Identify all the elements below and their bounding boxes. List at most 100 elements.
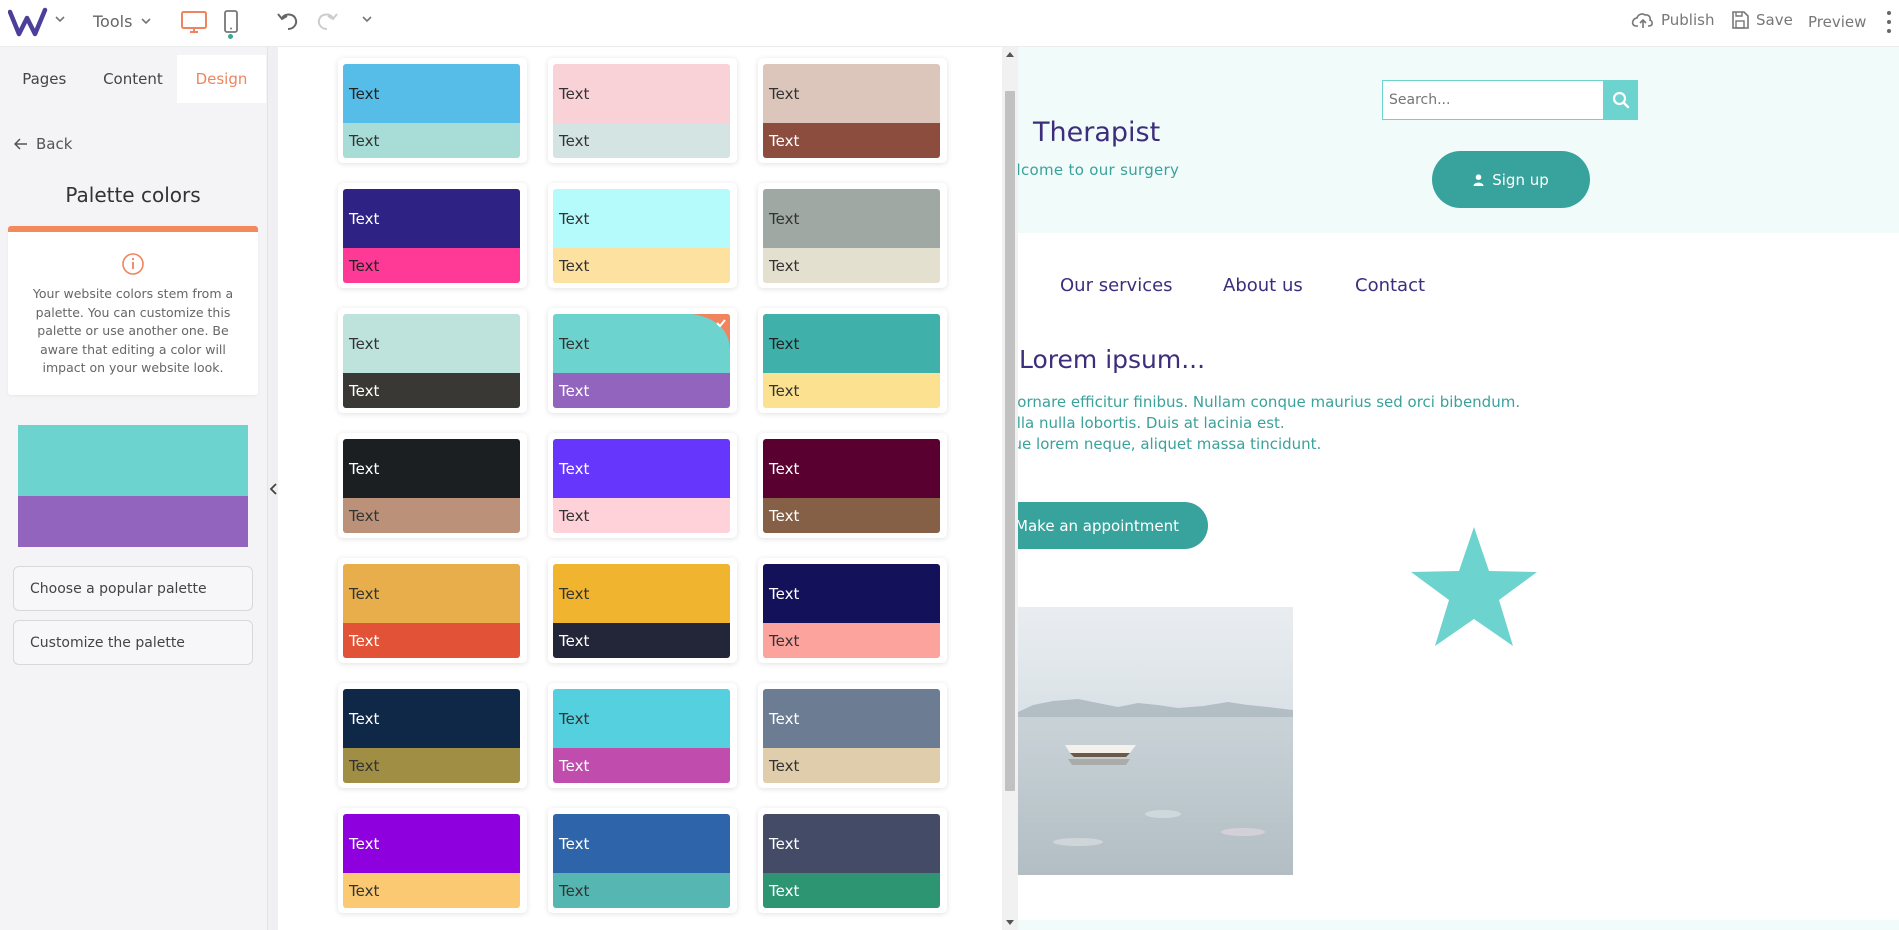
palette-card[interactable]: Text Text (548, 183, 737, 288)
palette-scrollbar[interactable] (1002, 47, 1018, 930)
palette-primary-text: Text (763, 189, 940, 248)
nav-about-us[interactable]: About us (1223, 275, 1303, 296)
palette-card[interactable]: Text Text (548, 433, 737, 538)
search-button[interactable] (1603, 80, 1638, 120)
palette-primary-text: Text (343, 314, 520, 373)
palette-card[interactable]: Text Text (758, 683, 947, 788)
redo-icon[interactable] (314, 8, 340, 34)
save-label: Save (1756, 11, 1793, 29)
kebab-menu-icon[interactable] (1886, 11, 1892, 33)
palette-card[interactable]: Text Text (338, 308, 527, 413)
palette-primary-text: Text (343, 189, 520, 248)
undo-icon[interactable] (275, 8, 301, 34)
palette-card[interactable]: Text Text (758, 558, 947, 663)
user-icon (1473, 173, 1484, 186)
palette-secondary-text: Text (763, 623, 940, 658)
palette-card[interactable]: Text Text (758, 183, 947, 288)
palette-secondary-text: Text (763, 373, 940, 408)
palette-card[interactable]: Text Text (758, 58, 947, 163)
palette-secondary-text: Text (553, 498, 730, 533)
palette-card[interactable]: Text Text (548, 558, 737, 663)
palette-primary-text: Text (553, 64, 730, 123)
palette-secondary-text: Text (763, 123, 940, 158)
palette-card[interactable]: Text Text (548, 683, 737, 788)
palette-secondary-text: Text (343, 873, 520, 908)
cloud-upload-icon (1631, 13, 1653, 28)
palette-primary-text: Text (343, 689, 520, 748)
publish-button[interactable]: Publish (1631, 10, 1714, 30)
body-text-line[interactable]: d ornare efficitur finibus. Nullam conqu… (1018, 393, 1520, 411)
selected-check-icon (692, 314, 730, 352)
body-text-line[interactable]: que lorem neque, aliquet massa tincidunt… (1018, 435, 1321, 453)
more-options-chevron-icon[interactable] (361, 13, 373, 25)
palette-card[interactable]: Text Text (338, 58, 527, 163)
palette-list: Text Text Text Text Text Text Text Text Text Text… (278, 47, 1002, 930)
palette-secondary-text: Text (763, 873, 940, 908)
palette-secondary-text: Text (553, 123, 730, 158)
palette-secondary-text: Text (343, 623, 520, 658)
info-box: Your website colors stem from a palette.… (8, 226, 258, 395)
tab-content[interactable]: Content (89, 55, 178, 103)
palette-card[interactable]: Text Text (758, 433, 947, 538)
palette-card[interactable]: Text Text (548, 808, 737, 913)
palette-primary-text: Text (763, 814, 940, 873)
section-heading[interactable]: Lorem ipsum... (1019, 345, 1205, 374)
site-search-input[interactable] (1383, 81, 1604, 119)
scrollbar-thumb[interactable] (1005, 91, 1015, 791)
info-icon (122, 253, 144, 275)
collapse-panel-icon[interactable] (269, 482, 278, 496)
preview-button[interactable]: Preview (1808, 13, 1866, 31)
palette-primary-text: Text (763, 64, 940, 123)
search-icon (1612, 91, 1629, 109)
scroll-down-icon[interactable] (1006, 918, 1014, 926)
site-title[interactable]: Therapist (1033, 117, 1160, 148)
tab-pages[interactable]: Pages (0, 55, 89, 103)
tab-design[interactable]: Design (177, 55, 266, 103)
palette-card[interactable]: Text Text (338, 183, 527, 288)
secondary-color-block (18, 496, 248, 547)
palette-card[interactable]: Text Text (338, 558, 527, 663)
choose-popular-palette-button[interactable]: Choose a popular palette (13, 566, 253, 611)
palette-primary-text: Text (343, 439, 520, 498)
palette-primary-text: Text (343, 64, 520, 123)
make-appointment-button[interactable]: Make an appointment (1018, 502, 1208, 549)
customize-palette-button[interactable]: Customize the palette (13, 620, 253, 665)
top-toolbar: Tools Publish Save Preview (0, 0, 1899, 47)
site-tagline[interactable]: elcome to our surgery (1018, 161, 1179, 179)
design-sidebar: Pages Content Design Back Palette colors… (0, 47, 268, 930)
palette-primary-text: Text (553, 689, 730, 748)
lake-boat-image[interactable] (1018, 607, 1293, 875)
desktop-view-icon[interactable] (180, 9, 208, 35)
current-palette-swatch[interactable] (18, 425, 248, 547)
palette-card[interactable]: Text Text (338, 683, 527, 788)
palette-card[interactable]: Text Text (758, 308, 947, 413)
palette-card[interactable]: Text Text (338, 433, 527, 538)
palette-secondary-text: Text (343, 248, 520, 283)
palette-card[interactable]: Text Text (548, 308, 737, 413)
save-button[interactable]: Save (1730, 10, 1793, 30)
palette-card[interactable]: Text Text (338, 808, 527, 913)
save-icon (1732, 11, 1749, 29)
palette-secondary-text: Text (763, 248, 940, 283)
palette-secondary-text: Text (343, 123, 520, 158)
sign-up-button[interactable]: Sign up (1432, 151, 1590, 208)
body-text-line[interactable]: gilla nulla lobortis. Duis at lacinia es… (1018, 414, 1285, 432)
arrow-left-icon (14, 138, 27, 150)
palette-card[interactable]: Text Text (758, 808, 947, 913)
mobile-view-icon[interactable] (222, 9, 240, 35)
palette-primary-text: Text (553, 814, 730, 873)
back-link[interactable]: Back (14, 135, 72, 153)
nav-contact[interactable]: Contact (1355, 275, 1425, 296)
nav-our-services[interactable]: Our services (1060, 275, 1173, 296)
tools-menu[interactable]: Tools (93, 10, 152, 32)
scroll-up-icon[interactable] (1006, 51, 1014, 59)
logo-icon[interactable] (8, 6, 48, 40)
palette-primary-text: Text (763, 689, 940, 748)
palette-primary-text: Text (763, 314, 940, 373)
website-preview: Therapist elcome to our surgery Sign up … (1018, 47, 1899, 930)
chevron-down-icon[interactable] (54, 13, 66, 25)
palette-primary-text: Text (553, 189, 730, 248)
palette-primary-text: Text (553, 564, 730, 623)
star-shape[interactable] (1409, 525, 1539, 649)
palette-card[interactable]: Text Text (548, 58, 737, 163)
